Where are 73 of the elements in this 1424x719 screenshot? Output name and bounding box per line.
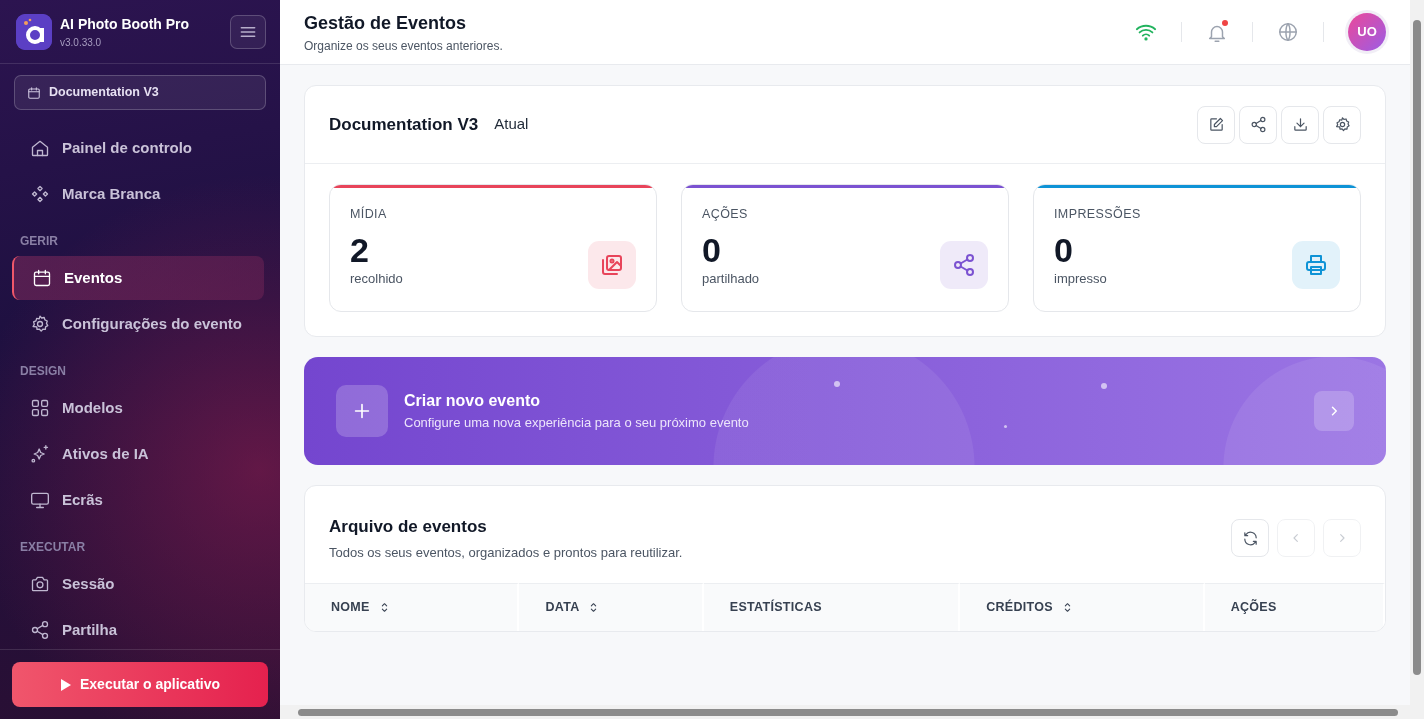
nav-item[interactable]: Configurações do evento — [12, 302, 264, 346]
section-title: Arquivo de eventos — [329, 515, 488, 538]
app-version: v3.0.33.0 — [60, 35, 103, 50]
notifications-button[interactable] — [1206, 20, 1228, 44]
horizontal-scrollbar[interactable] — [280, 705, 1424, 719]
settings-icon — [30, 314, 50, 334]
vertical-scrollbar[interactable] — [1410, 0, 1424, 705]
diamonds-icon — [30, 184, 50, 204]
event-selector[interactable]: Documentation V3 — [14, 75, 266, 110]
stat-caption: recolhido — [350, 270, 404, 289]
run-app-button[interactable]: Executar o aplicativo — [12, 662, 268, 707]
stat-caption: partilhado — [702, 270, 761, 289]
banner-subtitle: Configure uma nova experiência para o seu próximo evento — [404, 413, 749, 432]
nav-item[interactable]: Sessão — [12, 562, 264, 606]
settings-icon — [1333, 116, 1351, 133]
column-header: AÇÕES — [1204, 582, 1385, 631]
nav-item[interactable]: Modelos — [12, 386, 264, 430]
section-heading: GERIR — [19, 233, 59, 250]
column-header: ESTATÍSTICAS — [703, 582, 961, 631]
stat-label: MÍDIA — [350, 205, 388, 223]
printer-icon — [1304, 252, 1328, 277]
edit-button[interactable] — [1197, 105, 1235, 144]
section-subtitle: Todos os seus eventos, organizados e prontos para reutilizar. — [329, 544, 684, 563]
sparkle-dot — [834, 380, 840, 387]
page-title: Gestão de Eventos — [304, 11, 468, 35]
images-icon — [600, 252, 624, 277]
section-heading: DESIGN — [19, 363, 67, 380]
sparkle-dot — [1101, 382, 1107, 389]
share-icon — [1249, 116, 1267, 133]
sparkle-dot — [1004, 424, 1007, 428]
event-status: Atual — [494, 114, 529, 135]
column-header[interactable]: DATA — [519, 582, 704, 631]
nav-item[interactable]: Ativos de IA — [12, 432, 264, 476]
grid-icon — [30, 398, 50, 418]
menu-button[interactable] — [230, 14, 266, 49]
edit-icon — [1207, 116, 1225, 133]
download-button[interactable] — [1281, 105, 1319, 144]
column-header[interactable]: NOME — [305, 582, 520, 631]
share-icon — [952, 252, 976, 277]
sparkle-icon — [30, 444, 50, 464]
stat-caption: impresso — [1054, 270, 1108, 289]
share-icon — [30, 620, 50, 640]
calendar-icon — [27, 85, 41, 100]
nav-item[interactable]: Ecrãs — [12, 478, 264, 522]
app-logo — [16, 13, 52, 50]
nav-item[interactable]: Partilha — [12, 608, 264, 649]
stat-value: 2 — [350, 231, 370, 270]
column-header[interactable]: CRÉDITOS — [960, 582, 1205, 631]
settings-button[interactable] — [1323, 105, 1361, 144]
nav-item[interactable]: Eventos — [12, 256, 264, 300]
camera-icon — [30, 574, 50, 594]
refresh-icon — [1241, 529, 1259, 547]
section-heading: EXECUTAR — [19, 539, 87, 556]
user-avatar[interactable]: UO — [1348, 13, 1386, 51]
share-button[interactable] — [1239, 105, 1277, 144]
refresh-button[interactable] — [1231, 519, 1269, 558]
nav-item[interactable]: Marca Branca — [12, 172, 264, 216]
monitor-icon — [30, 490, 50, 510]
stat-label: AÇÕES — [702, 205, 749, 223]
stat-value: 0 — [702, 231, 722, 270]
download-icon — [1291, 116, 1309, 133]
stat-label: IMPRESSÕES — [1054, 205, 1142, 223]
home-icon — [30, 138, 50, 158]
globe-icon — [1277, 21, 1299, 43]
calendar-icon — [32, 268, 52, 288]
event-title: Documentation V3 — [329, 113, 479, 136]
stat-value: 0 — [1054, 231, 1074, 270]
create-event-banner[interactable]: Criar novo evento Configure uma nova experiência para o seu próximo evento — [304, 356, 1386, 465]
nav-item[interactable]: Painel de controlo — [12, 126, 264, 170]
app-name: AI Photo Booth Pro — [60, 14, 191, 34]
banner-title: Criar novo evento — [404, 390, 541, 411]
play-icon — [59, 677, 72, 692]
page-subtitle: Organize os seus eventos anteriores. — [304, 37, 504, 55]
